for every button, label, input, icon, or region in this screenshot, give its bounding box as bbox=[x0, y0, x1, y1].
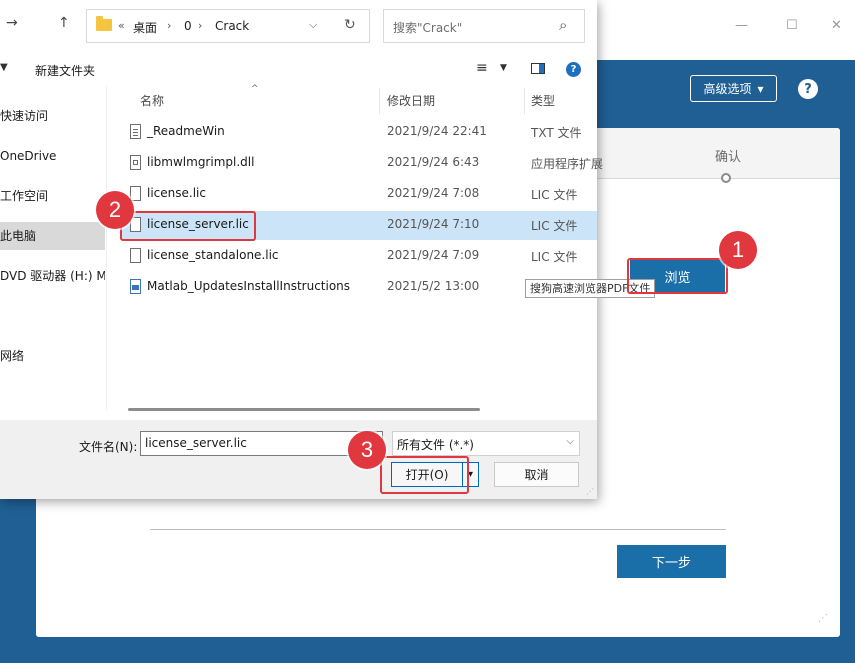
column-header-type[interactable]: 类型 bbox=[531, 92, 555, 109]
navigation-pane: 快速访问 OneDrive 工作空间 此电脑 DVD 驱动器 (H:) M...… bbox=[0, 86, 105, 420]
column-divider[interactable] bbox=[524, 88, 525, 114]
footer-divider bbox=[150, 529, 726, 530]
column-header-date[interactable]: 修改日期 bbox=[387, 92, 435, 109]
file-type: LIC 文件 bbox=[531, 219, 578, 233]
search-placeholder: 搜索"Crack" bbox=[393, 21, 463, 35]
advanced-options-label: 高级选项 bbox=[703, 82, 752, 96]
folder-icon bbox=[96, 16, 112, 31]
dll-file-icon bbox=[130, 155, 141, 170]
filename-label: 文件名(N): bbox=[79, 440, 138, 454]
step-badge-2: 2 bbox=[96, 191, 134, 229]
nav-item-quick-access[interactable]: 快速访问 bbox=[0, 102, 105, 130]
breadcrumb-0[interactable]: 0 bbox=[184, 19, 192, 33]
help-icon[interactable]: ? bbox=[798, 79, 818, 99]
resize-grip-icon[interactable]: ⋰ bbox=[586, 487, 594, 496]
step-badge-3: 3 bbox=[348, 431, 386, 469]
highlight-license-server bbox=[120, 211, 256, 241]
file-row[interactable]: _ReadmeWin 2021/9/24 22:41 TXT 文件 bbox=[120, 118, 597, 147]
nav-item-onedrive[interactable]: OneDrive bbox=[0, 142, 105, 170]
file-name: libmwlmgrimpl.dll bbox=[147, 155, 255, 169]
file-date: 2021/9/24 7:08 bbox=[387, 186, 480, 200]
step-dot-icon bbox=[721, 173, 731, 183]
column-divider[interactable] bbox=[379, 88, 380, 114]
text-file-icon bbox=[130, 124, 141, 139]
preview-pane-icon[interactable] bbox=[531, 63, 545, 74]
step-label-confirm: 确认 bbox=[715, 150, 742, 165]
minimize-icon[interactable]: — bbox=[735, 18, 748, 33]
breadcrumb-desktop[interactable]: 桌面 bbox=[133, 19, 157, 36]
file-type: LIC 文件 bbox=[531, 250, 578, 264]
nav-item-workspace[interactable]: 工作空间 bbox=[0, 182, 105, 210]
column-header-name[interactable]: 名称 bbox=[140, 92, 164, 109]
step-badge-1: 1 bbox=[719, 231, 757, 269]
resize-grip-icon[interactable]: ⋰ bbox=[818, 613, 828, 624]
new-folder-button[interactable]: 新建文件夹 bbox=[35, 62, 95, 79]
file-date: 2021/9/24 7:09 bbox=[387, 248, 480, 262]
chevron-down-icon[interactable]: ⌵ bbox=[309, 18, 317, 32]
breadcrumb-separator-icon: › bbox=[167, 19, 172, 32]
file-date: 2021/9/24 22:41 bbox=[387, 124, 487, 138]
chevron-down-icon: ▾ bbox=[757, 81, 764, 96]
file-date: 2021/5/2 13:00 bbox=[387, 279, 480, 293]
organize-caret-icon[interactable]: ▼ bbox=[0, 62, 8, 73]
sort-ascending-icon: ^ bbox=[251, 84, 259, 94]
file-name: Matlab_UpdatesInstallInstructions bbox=[147, 279, 351, 293]
file-type-filter[interactable]: 所有文件 (*.*) ⌵ bbox=[392, 431, 580, 456]
help-icon[interactable]: ? bbox=[566, 62, 581, 77]
file-row[interactable]: license.lic 2021/9/24 7:08 LIC 文件 bbox=[120, 180, 597, 209]
file-date: 2021/9/24 6:43 bbox=[387, 155, 480, 169]
next-button[interactable]: 下一步 bbox=[617, 545, 726, 578]
refresh-icon[interactable]: ↻ bbox=[344, 17, 356, 33]
file-icon bbox=[130, 248, 141, 263]
nav-item-dvd-drive[interactable]: DVD 驱动器 (H:) M... bbox=[0, 262, 105, 290]
filename-input[interactable]: license_server.lic bbox=[140, 431, 383, 456]
file-type: 应用程序扩展 bbox=[531, 157, 604, 171]
maximize-icon[interactable]: ☐ bbox=[786, 18, 798, 33]
file-row[interactable]: license_standalone.lic 2021/9/24 7:09 LI… bbox=[120, 242, 597, 271]
forward-arrow-icon[interactable]: → bbox=[6, 15, 18, 31]
file-open-dialog: → ↑ « 桌面 › 0 › Crack ⌵ ↻ 搜索"Crack" ⌕ ▼ 新… bbox=[0, 0, 603, 499]
file-type: LIC 文件 bbox=[531, 188, 578, 202]
chevron-down-icon: ⌵ bbox=[566, 436, 574, 447]
close-icon[interactable]: ✕ bbox=[831, 18, 842, 33]
breadcrumb-crack[interactable]: Crack bbox=[215, 19, 249, 33]
breadcrumb-overflow-icon[interactable]: « bbox=[118, 19, 125, 32]
pdf-file-icon bbox=[130, 279, 141, 294]
horizontal-scrollbar[interactable] bbox=[128, 408, 480, 411]
file-icon bbox=[130, 186, 141, 201]
file-name: license_standalone.lic bbox=[147, 248, 279, 262]
advanced-options-button[interactable]: 高级选项 ▾ bbox=[690, 75, 777, 102]
breadcrumb-separator-icon: › bbox=[198, 19, 203, 32]
pane-divider[interactable] bbox=[106, 86, 107, 410]
file-name: _ReadmeWin bbox=[147, 124, 225, 138]
file-date: 2021/9/24 7:10 bbox=[387, 217, 480, 231]
highlight-browse bbox=[627, 258, 728, 294]
search-icon[interactable]: ⌕ bbox=[559, 16, 567, 34]
file-type: TXT 文件 bbox=[531, 126, 582, 140]
highlight-open-button bbox=[380, 456, 469, 494]
file-name: license.lic bbox=[147, 186, 206, 200]
nav-item-this-pc[interactable]: 此电脑 bbox=[0, 222, 105, 250]
cancel-button[interactable]: 取消 bbox=[494, 462, 579, 487]
view-options-icon[interactable]: ≡ bbox=[476, 60, 488, 76]
chevron-down-icon[interactable]: ▼ bbox=[500, 63, 507, 73]
address-bar[interactable]: « 桌面 › 0 › Crack ⌵ ↻ bbox=[86, 9, 370, 43]
file-type-filter-value: 所有文件 (*.*) bbox=[397, 438, 474, 452]
up-arrow-icon[interactable]: ↑ bbox=[58, 15, 70, 31]
search-input[interactable]: 搜索"Crack" ⌕ bbox=[383, 9, 585, 43]
nav-item-network[interactable]: 网络 bbox=[0, 342, 105, 370]
file-row[interactable]: libmwlmgrimpl.dll 2021/9/24 6:43 应用程序扩展 bbox=[120, 149, 603, 178]
